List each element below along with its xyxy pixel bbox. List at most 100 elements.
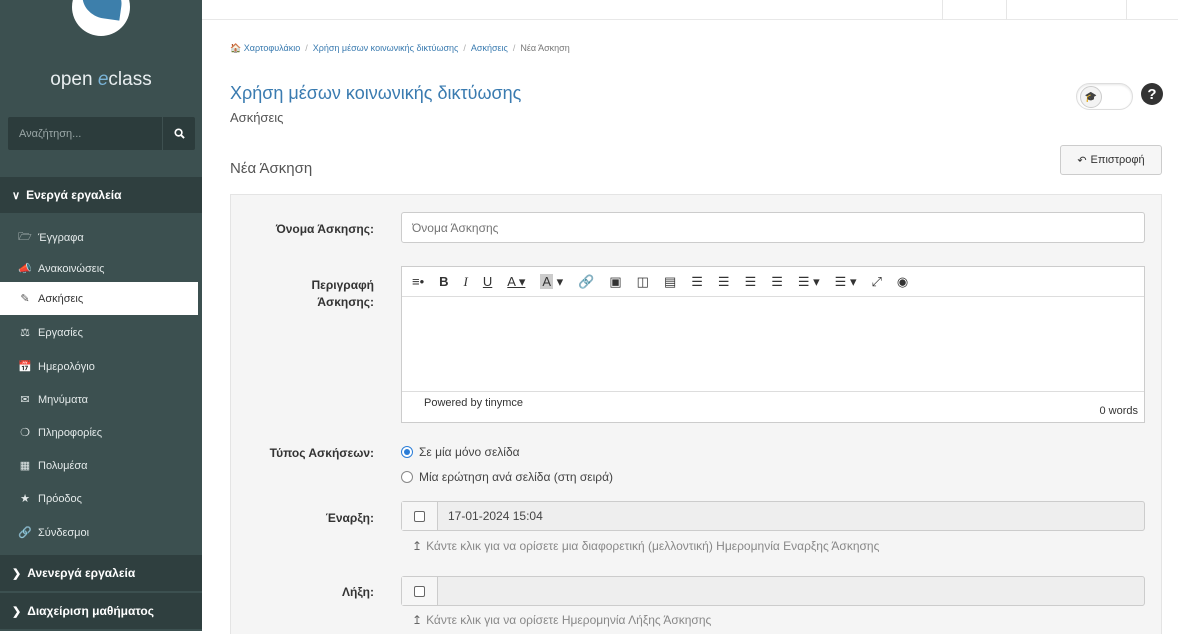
breadcrumb-course[interactable]: Χρήση μέσων κοινωνικής δικτύωσης [313, 43, 459, 53]
sidebar-item-label: Ημερολόγιο [38, 360, 95, 373]
top-bar-button[interactable] [942, 0, 1006, 20]
link-icon[interactable]: 🔗 [578, 267, 594, 297]
sidebar-item-multimedia[interactable]: ▦ Πολυμέσα [0, 449, 198, 482]
home-icon: 🏠 [230, 43, 242, 53]
inactive-tools-header[interactable]: ❯ Ανενεργά εργαλεία [0, 555, 202, 591]
breadcrumb-section[interactable]: Ασκήσεις [471, 43, 508, 53]
media-icon[interactable]: ◫ [637, 267, 649, 297]
exercise-name-label: Όνομα Άσκησης: [275, 222, 374, 236]
sidebar-item-announcements[interactable]: 📣 Ανακοινώσεις [0, 252, 198, 285]
editor-status-bar: Powered by tinymce 0 words [402, 391, 1144, 422]
type-option-label: Μία ερώτηση ανά σελίδα (στη σειρά) [419, 470, 614, 484]
sidebar-item-progress[interactable]: ★ Πρόοδος [0, 482, 198, 515]
radio-button[interactable] [401, 471, 413, 483]
editor-powered-by[interactable]: Powered by tinymce [424, 397, 523, 409]
brand-name: open eclass [50, 69, 152, 90]
student-view-toggle[interactable]: 🎓 [1076, 83, 1133, 110]
align-left-icon[interactable]: ☰ [691, 267, 703, 297]
end-date-group [401, 576, 1145, 606]
start-date-field[interactable]: 17-01-2024 15:04 [438, 502, 1144, 530]
sidebar-item-label: Εργασίες [38, 326, 83, 339]
search-input[interactable] [8, 117, 162, 150]
sidebar-search [8, 117, 195, 150]
checkbox[interactable] [414, 585, 425, 597]
film-icon: ▦ [19, 460, 31, 472]
checkbox[interactable] [414, 510, 425, 522]
bullhorn-icon: 📣 [18, 263, 32, 275]
bold-icon[interactable]: B [439, 267, 448, 297]
type-option-one-per-page[interactable]: Μία ερώτηση ανά σελίδα (στη σειρά) [401, 470, 613, 484]
back-button[interactable]: ↶ Επιστροφή [1060, 145, 1162, 175]
arrow-up-icon: ↥ [412, 613, 423, 627]
start-date-enable[interactable] [402, 502, 438, 530]
sidebar-item-label: Ασκήσεις [38, 292, 84, 305]
active-tools-header[interactable]: ∨ Ενεργά εργαλεία [0, 177, 202, 213]
numbered-list-icon[interactable]: ☰ ▾ [835, 267, 857, 297]
text-color-icon[interactable]: A ▾ [507, 267, 525, 297]
link-icon: 🔗 [18, 527, 32, 539]
course-admin-header[interactable]: ❯ Διαχείριση μαθήματος [0, 593, 202, 629]
end-date-label: Λήξη: [341, 585, 374, 599]
chevron-down-icon: ∨ [12, 189, 21, 202]
preview-icon[interactable]: ◉ [897, 267, 908, 297]
flask-icon: ⚖ [20, 327, 30, 339]
sidebar-item-messages[interactable]: ✉ Μηνύματα [0, 383, 198, 416]
end-date-enable[interactable] [402, 577, 438, 605]
pencil-square-icon: ✎ [20, 293, 30, 305]
align-center-icon[interactable]: ☰ [718, 267, 730, 297]
arrow-up-icon: ↥ [412, 539, 423, 553]
sidebar-item-exercises[interactable]: ✎ Ασκήσεις [0, 282, 198, 315]
embed-icon[interactable]: ▤ [664, 267, 676, 297]
type-option-single-page[interactable]: Σε μία μόνο σελίδα [401, 445, 520, 459]
end-date-hint: ↥ Κάντε κλικ για να ορίσετε Ημερομηνία Λή… [412, 613, 712, 627]
envelope-icon: ✉ [20, 394, 30, 406]
breadcrumb-home[interactable]: 🏠 Χαρτοφυλάκιο [230, 43, 300, 53]
underline-icon[interactable]: U [483, 267, 492, 297]
italic-icon[interactable]: I [464, 267, 468, 297]
top-bar-button[interactable] [1126, 0, 1178, 20]
sidebar: open eclass ∨ Ενεργά εργαλεία 🗁 Έγγραφα … [0, 0, 202, 631]
editor-word-count: 0 words [1099, 405, 1138, 417]
bullet-list-icon[interactable]: ☰ ▾ [798, 267, 820, 297]
page-title: Νέα Άσκηση [230, 160, 313, 177]
description-label: Περιγραφή Άσκησης: [214, 278, 374, 309]
page-subtitle: Ασκήσεις [230, 110, 284, 125]
description-label-line2: Άσκησης: [317, 295, 374, 309]
chevron-right-icon: ❯ [12, 567, 22, 580]
search-button[interactable] [162, 117, 195, 150]
sidebar-item-links[interactable]: 🔗 Σύνδεσμοι [0, 516, 198, 549]
radio-button[interactable] [401, 446, 413, 458]
editor-toolbar: ≡• B I U A ▾ A ▾ 🔗 ▣ ◫ ▤ ☰ ☰ ☰ ☰ ☰ ▾ ☰ ▾… [402, 267, 1144, 297]
course-title[interactable]: Χρήση μέσων κοινωνικής δικτύωσης [230, 83, 521, 104]
sidebar-item-info[interactable]: ❍ Πληροφορίες [0, 416, 198, 449]
rich-text-editor: ≡• B I U A ▾ A ▾ 🔗 ▣ ◫ ▤ ☰ ☰ ☰ ☰ ☰ ▾ ☰ ▾… [401, 266, 1145, 423]
fullscreen-icon[interactable]: ⤢ [871, 267, 881, 297]
justify-icon[interactable]: ☰ [771, 267, 783, 297]
sidebar-item-label: Πρόοδος [38, 492, 82, 505]
sidebar-item-label: Έγγραφα [38, 231, 84, 244]
reply-icon: ↶ [1077, 154, 1087, 167]
background-color-icon[interactable]: A ▾ [540, 267, 563, 297]
sidebar-item-label: Πολυμέσα [38, 459, 88, 472]
sidebar-item-calendar[interactable]: 📅 Ημερολόγιο [0, 350, 198, 383]
graduation-cap-icon: 🎓 [1080, 86, 1102, 108]
calendar-icon: 📅 [18, 361, 32, 373]
end-date-field[interactable] [438, 577, 1144, 605]
align-right-icon[interactable]: ☰ [745, 267, 757, 297]
exercise-name-input[interactable] [401, 212, 1145, 243]
chevron-right-icon: ❯ [12, 605, 22, 618]
sidebar-item-documents[interactable]: 🗁 Έγγραφα [0, 221, 198, 254]
inactive-tools-label: Ανενεργά εργαλεία [27, 566, 136, 580]
editor-text-area[interactable] [402, 297, 1144, 391]
logo[interactable]: open eclass [0, 0, 202, 100]
top-bar-button[interactable] [1006, 0, 1126, 20]
breadcrumb-current: Νέα Άσκηση [520, 43, 570, 53]
sidebar-item-assignments[interactable]: ⚖ Εργασίες [0, 316, 198, 349]
search-icon [173, 128, 185, 139]
course-admin-label: Διαχείριση μαθήματος [27, 604, 154, 618]
active-tools-label: Ενεργά εργαλεία [26, 188, 122, 202]
image-icon[interactable]: ▣ [609, 267, 621, 297]
trophy-icon: ★ [20, 493, 30, 505]
help-icon[interactable]: ? [1141, 83, 1163, 105]
format-icon[interactable]: ≡• [412, 267, 424, 297]
